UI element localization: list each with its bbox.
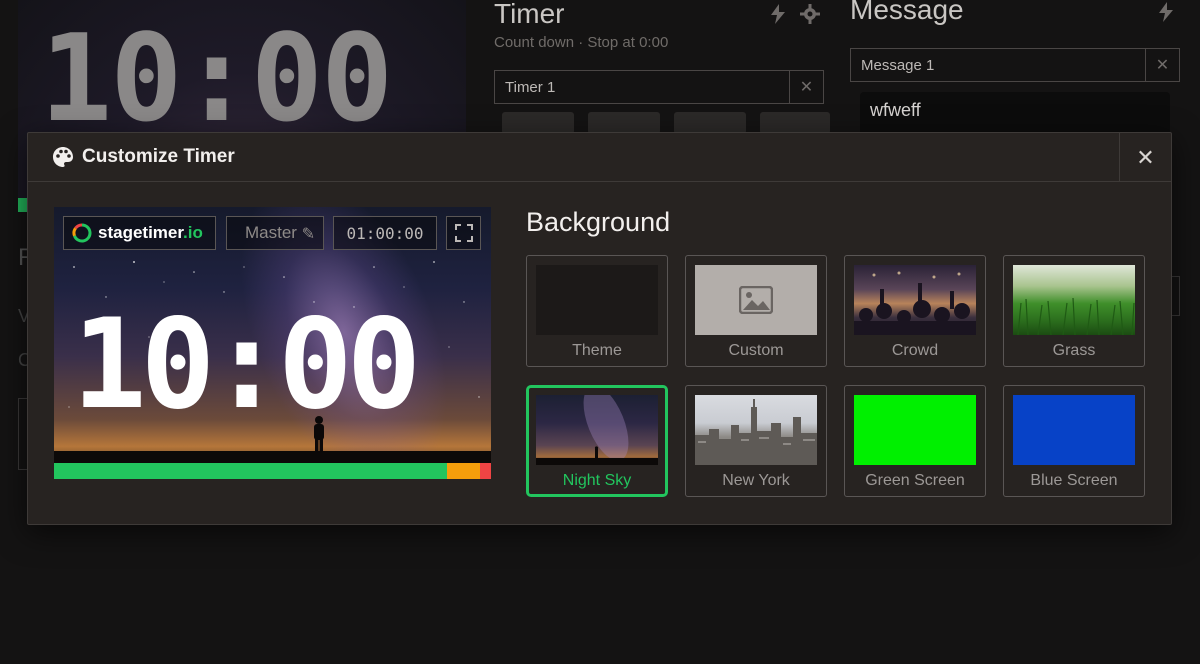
theme-thumbnail — [536, 265, 658, 335]
progress-warning-segment — [447, 463, 481, 479]
background-option-green-screen[interactable]: Green Screen — [844, 385, 986, 497]
delete-timer-button[interactable]: ✕ — [789, 71, 823, 103]
message-name: Message 1 — [861, 56, 935, 74]
option-label: New York — [722, 472, 790, 489]
night-sky-thumbnail — [536, 395, 658, 465]
modal-header: Customize Timer ✕ — [28, 133, 1171, 182]
timer-panel-subtitle: Count down · Stop at 0:00 — [494, 34, 669, 51]
background-option-new-york[interactable]: New York — [685, 385, 827, 497]
close-button[interactable]: ✕ — [1119, 133, 1171, 182]
image-icon — [739, 286, 773, 314]
option-label: Theme — [572, 342, 622, 359]
option-label: Night Sky — [562, 472, 632, 489]
palette-icon — [52, 146, 74, 168]
timer-panel: Timer Count down · Stop at 0:00 Timer 1 … — [494, 0, 830, 134]
background-option-blue-screen[interactable]: Blue Screen — [1003, 385, 1145, 497]
progress-bar — [54, 463, 491, 479]
fullscreen-icon — [454, 224, 473, 242]
green-screen-thumbnail — [854, 395, 976, 465]
option-label: Crowd — [891, 342, 939, 359]
timer-controls-fragment — [502, 112, 830, 134]
option-label: Custom — [728, 342, 784, 359]
delete-message-button[interactable]: ✕ — [1145, 49, 1179, 81]
background-section: Background Theme Custom Crowd Grass Nigh… — [526, 207, 1146, 497]
wall-clock: 01:00:00 — [333, 216, 437, 250]
background-option-custom[interactable]: Custom — [685, 255, 827, 367]
stagetimer-logo-icon — [72, 223, 92, 243]
progress-danger-segment — [480, 463, 491, 479]
customize-timer-modal: Customize Timer ✕ stagetimer.io Master ✎… — [27, 132, 1172, 525]
fullscreen-button[interactable] — [446, 216, 481, 250]
background-option-night-sky[interactable]: Night Sky — [526, 385, 668, 497]
person-silhouette — [314, 416, 324, 453]
grass-thumbnail — [1013, 265, 1135, 335]
message-panel: Message Message 1 ✕ wfweff — [850, 0, 1180, 142]
gear-icon[interactable] — [800, 4, 820, 30]
new-york-thumbnail — [695, 395, 817, 465]
stagetimer-logo: stagetimer.io — [63, 216, 216, 250]
lightning-icon[interactable] — [1158, 2, 1174, 28]
preview-countdown: 10:00 — [72, 293, 421, 437]
lightning-icon[interactable] — [770, 4, 786, 30]
background-option-theme[interactable]: Theme — [526, 255, 668, 367]
option-label: Green Screen — [865, 472, 965, 489]
message-panel-title: Message — [850, 0, 964, 25]
timer-list-item[interactable]: Timer 1 ✕ — [494, 70, 824, 104]
modal-title: Customize Timer — [82, 146, 235, 167]
timer-panel-icons — [770, 4, 820, 30]
pencil-icon: ✎ — [301, 226, 315, 243]
background-heading: Background — [526, 207, 671, 237]
background-option-grass[interactable]: Grass — [1003, 255, 1145, 367]
custom-thumbnail — [695, 265, 817, 335]
timer-name: Timer 1 — [505, 78, 556, 96]
progress-green-segment — [54, 463, 448, 479]
timer-control[interactable] — [502, 112, 574, 134]
timer-name-field[interactable]: Master ✎ — [226, 216, 324, 250]
logo-text: stagetimer.io — [98, 223, 203, 242]
close-icon: ✕ — [1136, 144, 1155, 170]
background-big-clock: 10:00 — [40, 10, 393, 149]
timer-name-text: Master — [245, 223, 297, 242]
crowd-thumbnail — [854, 265, 976, 335]
blue-screen-thumbnail — [1013, 395, 1135, 465]
background-options: Theme Custom Crowd Grass Night Sky New Y… — [526, 255, 1145, 497]
timer-control[interactable] — [760, 112, 830, 134]
timer-control[interactable] — [674, 112, 746, 134]
message-list-item[interactable]: Message 1 ✕ — [850, 48, 1180, 82]
timer-preview: stagetimer.io Master ✎ 01:00:00 10:00 — [54, 207, 491, 479]
option-label: Blue Screen — [1030, 472, 1118, 489]
option-label: Grass — [1052, 342, 1096, 359]
background-option-crowd[interactable]: Crowd — [844, 255, 986, 367]
timer-control[interactable] — [588, 112, 660, 134]
